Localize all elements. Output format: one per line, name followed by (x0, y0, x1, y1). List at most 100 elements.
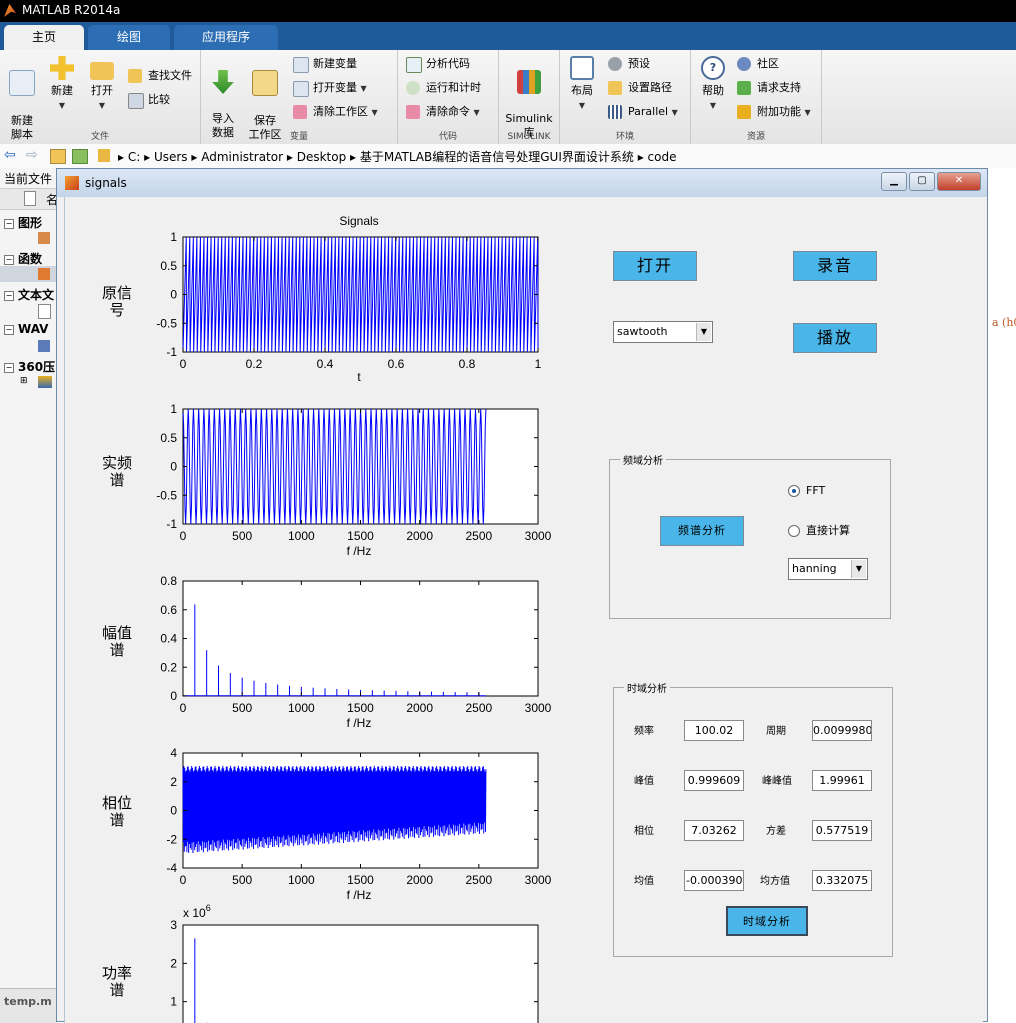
period-field[interactable]: 0.00999805 (812, 720, 872, 741)
run-and-time-button[interactable]: 运行和计时 (406, 78, 481, 98)
new-label: 新建 (51, 84, 73, 97)
y-tick-label: 0 (170, 460, 177, 474)
parallel-icon (608, 105, 622, 119)
figure-title-bar[interactable]: signals ▁ ▢ ✕ (57, 169, 987, 197)
x-tick-label: 0.2 (246, 357, 263, 371)
radio-direct[interactable]: 直接计算 (788, 522, 850, 538)
folder-item[interactable]: − 函数 (0, 250, 42, 267)
y-tick-label: 0 (170, 804, 177, 818)
figure-file-icon[interactable] (38, 232, 50, 244)
tab-apps[interactable]: 应用程序 (174, 25, 278, 50)
window-type-select[interactable]: hanning ▼ (788, 558, 868, 580)
mean-square-field[interactable]: 0.332075 (812, 870, 872, 891)
spectrum-analysis-button[interactable]: 频谱分析 (660, 516, 744, 546)
close-button[interactable]: ✕ (937, 172, 981, 191)
archive-file-icon[interactable] (38, 376, 52, 388)
analyze-code-button[interactable]: 分析代码 (406, 54, 470, 74)
new-variable-button[interactable]: 新建变量 (293, 54, 357, 74)
breadcrumb[interactable]: ▸ C: ▸ Users ▸ Administrator ▸ Desktop ▸… (118, 148, 677, 165)
addons-button[interactable]: 附加功能 ▼ (737, 102, 811, 122)
breadcrumb-item[interactable]: Desktop (297, 150, 347, 164)
y-tick-label: 1 (170, 402, 177, 416)
frequency-field[interactable]: 100.02 (684, 720, 744, 741)
analyze-code-label: 分析代码 (426, 57, 470, 70)
set-path-button[interactable]: 设置路径 (608, 78, 672, 98)
open-button[interactable]: 打开 (613, 251, 697, 281)
breadcrumb-separator: ▸ (191, 150, 202, 164)
request-support-button[interactable]: 请求支持 (737, 78, 801, 98)
play-button[interactable]: 播放 (793, 323, 877, 353)
record-button[interactable]: 录音 (793, 251, 877, 281)
x-tick-label: 1 (535, 357, 542, 371)
x-tick-label: 3000 (525, 701, 552, 715)
folder-item[interactable]: − WAV (0, 322, 48, 336)
collapse-icon[interactable]: − (4, 362, 14, 373)
breadcrumb-item[interactable]: Users (154, 150, 188, 164)
time-analysis-button[interactable]: 时域分析 (726, 906, 808, 936)
plot-amplitude-spectrum: 0.8 0.6 0.4 0.2 00 500 1000 1500 2000 2500 3000 f … (160, 574, 552, 730)
import-data-button[interactable]: 导入 数据 (203, 56, 243, 140)
text-file-icon[interactable] (38, 304, 51, 319)
open-button[interactable]: 打开 ▼ (82, 56, 122, 113)
plot-original-signal: Signals 10.50-0.5-10 0.2 0.4 0.6 0.8 1 t (156, 214, 542, 384)
open-variable-button[interactable]: 打开变量 ▼ (293, 78, 367, 98)
collapse-icon[interactable]: − (4, 290, 14, 301)
folder-item[interactable]: − 图形 (0, 214, 42, 231)
breadcrumb-item[interactable]: code (648, 150, 677, 164)
clear-commands-button[interactable]: 清除命令 ▼ (406, 102, 480, 122)
y-tick-label: -4 (166, 861, 177, 875)
mean-field[interactable]: -0.0003906 (684, 870, 744, 891)
dropdown-arrow-icon[interactable]: ▼ (851, 560, 866, 578)
community-button[interactable]: 社区 (737, 54, 779, 74)
clear-workspace-button[interactable]: 清除工作区 ▼ (293, 102, 378, 122)
radio-fft[interactable]: FFT (788, 484, 825, 497)
tab-plots[interactable]: 绘图 (88, 25, 170, 50)
breadcrumb-item[interactable]: 基于MATLAB编程的语音信号处理GUI界面设计系统 (360, 150, 634, 164)
breadcrumb-item[interactable]: Administrator (201, 150, 283, 164)
chevron-down-icon: ▼ (804, 108, 811, 117)
window-type-value: hanning (792, 562, 837, 575)
collapse-icon[interactable]: − (4, 254, 14, 265)
new-button[interactable]: 新建 ▼ (42, 56, 82, 113)
chevron-down-icon: ▼ (98, 101, 106, 110)
x-tick-label: 500 (232, 529, 252, 543)
dropdown-arrow-icon[interactable]: ▼ (696, 323, 711, 341)
layout-button[interactable]: 布局 ▼ (562, 56, 602, 113)
collapse-icon[interactable]: − (4, 324, 14, 335)
open-variable-icon (293, 81, 309, 97)
details-panel: temp.m (0, 988, 58, 1023)
back-arrow-icon[interactable]: ⇦ (4, 148, 16, 162)
collapse-icon[interactable]: − (4, 218, 14, 229)
minimize-button[interactable]: ▁ (881, 172, 907, 191)
peak-field[interactable]: 0.999609 (684, 770, 744, 791)
file-icon (24, 191, 36, 206)
selected-file-row[interactable] (0, 266, 58, 282)
forward-arrow-icon[interactable]: ⇨ (26, 148, 38, 162)
variance-field[interactable]: 0.577519 (812, 820, 872, 841)
browse-folder-icon[interactable] (72, 149, 88, 164)
open-variable-label: 打开变量 (313, 81, 357, 94)
signal-type-select[interactable]: sawtooth ▼ (613, 321, 713, 343)
phase-field[interactable]: 7.03262 (684, 820, 744, 841)
analyze-code-icon (406, 57, 422, 73)
folder-item[interactable]: −360压 (0, 358, 55, 375)
preferences-button[interactable]: 预设 (608, 54, 650, 74)
find-files-button[interactable]: 查找文件 (128, 66, 192, 86)
maximize-button[interactable]: ▢ (909, 172, 935, 191)
help-button[interactable]: ? 帮助 ▼ (693, 56, 733, 113)
breadcrumb-item[interactable]: C: (128, 150, 140, 164)
compare-button[interactable]: 比较 (128, 90, 170, 110)
matlab-title-bar: MATLAB R2014a (0, 0, 1016, 22)
peak-to-peak-field[interactable]: 1.99961 (812, 770, 872, 791)
expand-icon[interactable]: ⊞ (20, 376, 28, 386)
figure-title: signals (85, 176, 127, 190)
simulink-library-button[interactable]: Simulink 库 (501, 56, 557, 140)
matlab-logo-icon (4, 4, 16, 17)
audio-file-icon[interactable] (38, 340, 50, 352)
up-folder-icon[interactable] (50, 149, 66, 164)
tab-home[interactable]: 主页 (4, 25, 84, 50)
x-tick-label: 500 (232, 873, 252, 887)
parallel-button[interactable]: Parallel ▼ (608, 102, 678, 122)
chevron-down-icon: ▼ (360, 84, 367, 93)
folder-item[interactable]: − 文本文 (0, 286, 54, 303)
